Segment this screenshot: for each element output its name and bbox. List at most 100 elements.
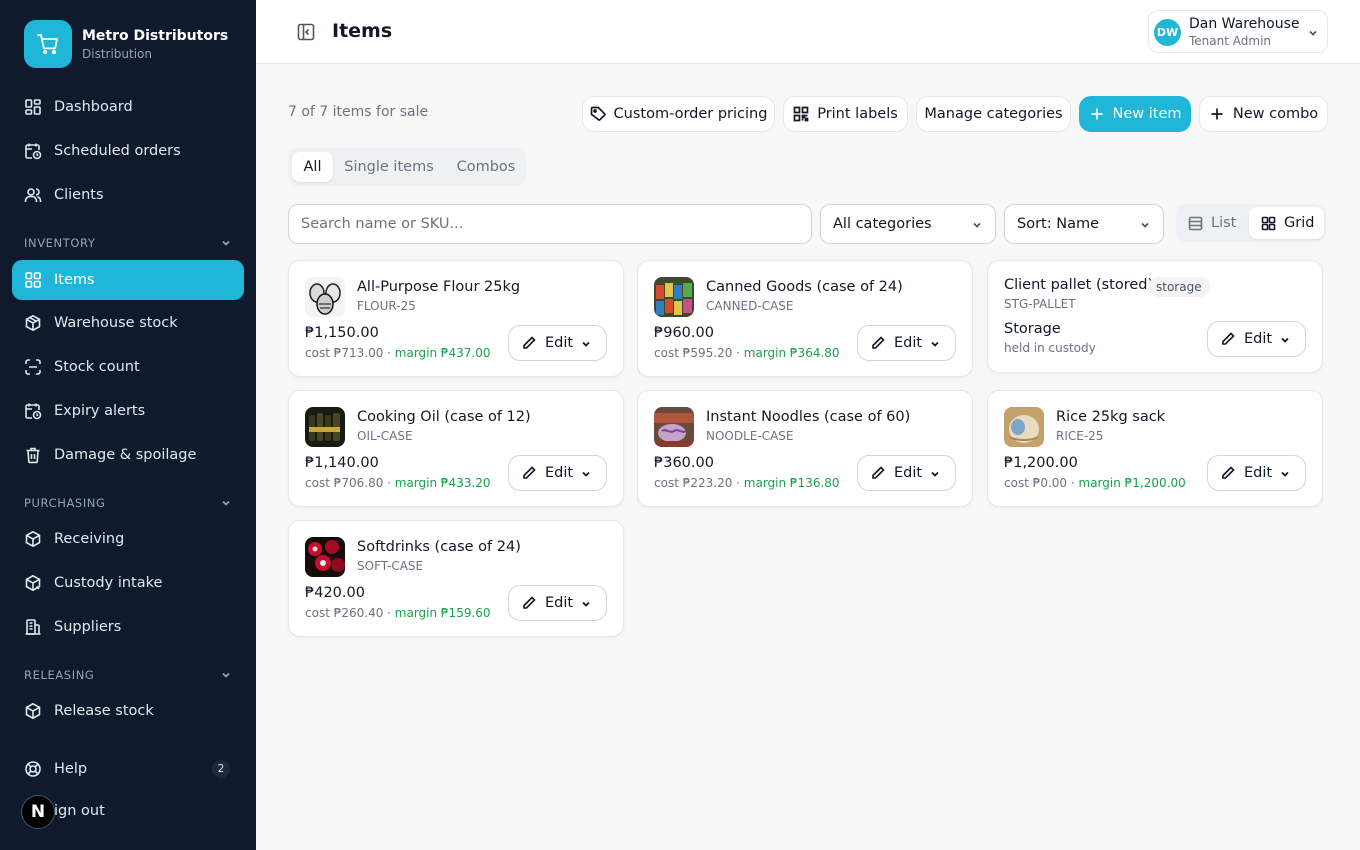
sidebar-item-clients[interactable]: Clients — [12, 175, 244, 215]
pencil-icon — [1222, 466, 1235, 479]
edit-button[interactable]: Edit — [1207, 321, 1306, 357]
section-purchasing[interactable]: PURCHASING — [24, 496, 232, 510]
sidebar-item-warehouse-stock[interactable]: Warehouse stock — [12, 303, 244, 343]
button-label: Manage categories — [924, 106, 1063, 122]
calendar-clock-icon — [24, 402, 42, 420]
button-label: Edit — [1244, 331, 1273, 347]
tab-single-items[interactable]: Single items — [336, 152, 442, 182]
sidebar-item-label: Release stock — [54, 703, 154, 719]
search-input[interactable] — [288, 204, 812, 244]
pencil-icon — [523, 466, 536, 479]
button-label: Edit — [894, 465, 923, 481]
sidebar-item-help[interactable]: Help 2 — [12, 749, 244, 789]
list-icon — [1188, 216, 1203, 230]
item-margin: margin ₱364.80 — [743, 346, 840, 360]
view-grid-button[interactable]: Grid — [1249, 207, 1324, 239]
tab-all[interactable]: All — [292, 152, 333, 182]
item-card[interactable]: Rice 25kg sack RICE-25 ₱1,200.00 cost ₱0… — [987, 390, 1323, 507]
page-title: Items — [332, 20, 393, 42]
item-name: Rice 25kg sack — [1056, 409, 1166, 425]
sidebar-item-expiry-alerts[interactable]: Expiry alerts — [12, 391, 244, 431]
softdrinks-image — [305, 537, 345, 577]
chevron-down-icon — [1281, 337, 1289, 343]
item-cost-line: cost ₱706.80 · margin ₱433.20 — [305, 476, 491, 490]
sidebar-item-items[interactable]: Items — [12, 260, 244, 300]
manage-categories-button[interactable]: Manage categories — [916, 96, 1071, 132]
user-name: Dan Warehouse — [1189, 16, 1300, 32]
button-label: Custom-order pricing — [613, 106, 768, 122]
button-label: Edit — [545, 335, 574, 351]
building-icon — [24, 618, 42, 636]
item-card[interactable]: Cooking Oil (case of 12) OIL-CASE ₱1,140… — [288, 390, 624, 507]
sidebar-item-label: Suppliers — [54, 619, 122, 635]
item-name: Client pallet (stored) — [1004, 277, 1154, 293]
chevron-down-icon — [931, 341, 939, 347]
chevron-down-icon — [222, 240, 230, 246]
item-note: held in custody — [1004, 341, 1096, 355]
sidebar-item-receiving[interactable]: Receiving — [12, 519, 244, 559]
pencil-icon — [523, 596, 536, 609]
category-select[interactable]: All categories — [820, 204, 996, 244]
sidebar-item-dashboard[interactable]: Dashboard — [12, 87, 244, 127]
edit-button[interactable]: Edit — [1207, 455, 1306, 491]
brand[interactable]: Metro Distributors Distribution — [24, 20, 228, 68]
brand-name: Metro Distributors — [82, 27, 229, 44]
edit-button[interactable]: Edit — [508, 455, 607, 491]
box-icon — [24, 314, 42, 332]
chevron-down-icon — [973, 222, 981, 228]
edit-button[interactable]: Edit — [857, 325, 956, 361]
item-price: ₱1,150.00 — [305, 325, 379, 341]
button-label: Edit — [894, 335, 923, 351]
sidebar-item-custody-intake[interactable]: Custody intake — [12, 563, 244, 603]
item-cost: cost ₱260.40 · — [305, 606, 395, 620]
item-cost-line: cost ₱713.00 · margin ₱437.00 — [305, 346, 491, 360]
edit-button[interactable]: Edit — [857, 455, 956, 491]
item-cost-line: cost ₱260.40 · margin ₱159.60 — [305, 606, 491, 620]
box-icon — [24, 574, 42, 592]
item-card[interactable]: All-Purpose Flour 25kg FLOUR-25 ₱1,150.0… — [288, 260, 624, 377]
dev-tools-badge[interactable]: N — [21, 795, 55, 829]
section-releasing[interactable]: RELEASING — [24, 668, 232, 682]
button-label: Grid — [1284, 215, 1315, 231]
sidebar-item-suppliers[interactable]: Suppliers — [12, 607, 244, 647]
item-name: Softdrinks (case of 24) — [357, 539, 521, 555]
chevron-down-icon — [582, 341, 590, 347]
chevron-down-icon — [1281, 471, 1289, 477]
button-label: New item — [1112, 106, 1182, 122]
edit-button[interactable]: Edit — [508, 325, 607, 361]
sidebar-item-scheduled-orders[interactable]: Scheduled orders — [12, 131, 244, 171]
view-list-button[interactable]: List — [1176, 207, 1246, 239]
new-combo-button[interactable]: New combo — [1199, 96, 1328, 132]
sidebar-item-stock-count[interactable]: Stock count — [12, 347, 244, 387]
button-label: Edit — [1244, 465, 1273, 481]
item-card[interactable]: Instant Noodles (case of 60) NOODLE-CASE… — [637, 390, 973, 507]
box-icon — [24, 530, 42, 548]
item-type: Storage — [1004, 321, 1061, 337]
item-sku: STG-PALLET — [1004, 297, 1076, 311]
new-item-button[interactable]: New item — [1079, 96, 1191, 132]
section-title: RELEASING — [24, 668, 95, 682]
item-margin: margin ₱433.20 — [394, 476, 491, 490]
sort-select[interactable]: Sort: Name — [1004, 204, 1164, 244]
tab-combos[interactable]: Combos — [448, 152, 524, 182]
item-card[interactable]: Client pallet (stored) storage STG-PALLE… — [987, 260, 1323, 373]
sidebar-item-release-stock[interactable]: Release stock — [12, 691, 244, 731]
print-labels-button[interactable]: Print labels — [783, 96, 908, 132]
pencil-icon — [523, 336, 536, 349]
chevron-down-icon — [222, 672, 230, 678]
chevron-down-icon — [582, 601, 590, 607]
dashboard-icon — [24, 98, 42, 116]
item-sku: RICE-25 — [1056, 429, 1104, 443]
section-inventory[interactable]: INVENTORY — [24, 236, 232, 250]
item-card[interactable]: Canned Goods (case of 24) CANNED-CASE ₱9… — [637, 260, 973, 377]
sidebar-item-damage-spoilage[interactable]: Damage & spoilage — [12, 435, 244, 475]
user-menu[interactable]: DW Dan Warehouse Tenant Admin — [1148, 10, 1328, 53]
custom-order-pricing-button[interactable]: Custom-order pricing — [582, 96, 775, 132]
sidebar-toggle-icon[interactable] — [296, 22, 316, 42]
item-price: ₱420.00 — [305, 585, 365, 601]
button-label: Edit — [545, 595, 574, 611]
avatar: DW — [1154, 19, 1181, 46]
edit-button[interactable]: Edit — [508, 585, 607, 621]
item-card[interactable]: Softdrinks (case of 24) SOFT-CASE ₱420.0… — [288, 520, 624, 637]
sidebar-item-label: Stock count — [54, 359, 140, 375]
